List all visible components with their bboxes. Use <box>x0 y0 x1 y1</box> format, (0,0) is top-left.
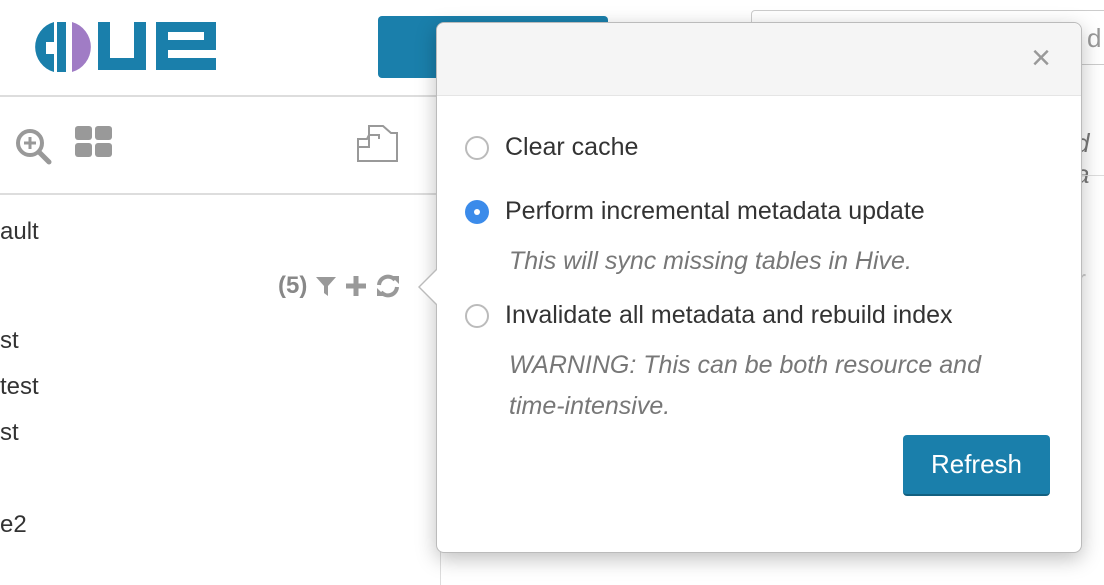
radio-clear-cache[interactable] <box>465 135 489 160</box>
plus-icon[interactable] <box>345 275 367 297</box>
table-item[interactable]: e2 <box>0 511 27 539</box>
refresh-metadata-popover: × Clear cache Perform incremental metada… <box>418 22 1082 553</box>
option-label: Invalidate all metadata and rebuild inde… <box>505 301 953 329</box>
option-incremental-update[interactable]: Perform incremental metadata update <box>465 197 925 226</box>
table-item[interactable]: st <box>0 327 19 355</box>
folder-open-icon[interactable] <box>355 123 401 163</box>
filter-icon[interactable] <box>315 275 337 297</box>
divider <box>1080 175 1104 176</box>
radio-invalidate-all[interactable] <box>465 303 489 328</box>
database-count: (5) <box>278 272 308 299</box>
popover-header: × <box>437 23 1081 96</box>
option-clear-cache[interactable]: Clear cache <box>465 133 638 162</box>
grid-icon[interactable] <box>75 126 113 158</box>
search-placeholder: d c <box>1087 23 1104 53</box>
search-plus-icon[interactable] <box>13 126 53 166</box>
warning-line: WARNING: This can be both resource and <box>509 351 981 379</box>
warning-line: time-intensive. <box>509 392 671 420</box>
hue-logo[interactable] <box>26 18 226 74</box>
database-item[interactable]: ault <box>0 218 39 246</box>
option-description: This will sync missing tables in Hive. <box>509 247 912 275</box>
refresh-button[interactable]: Refresh <box>903 435 1050 496</box>
popover-arrow-inner <box>420 269 438 305</box>
close-icon[interactable]: × <box>1031 39 1051 78</box>
option-label: Clear cache <box>505 133 639 161</box>
refresh-icon[interactable] <box>375 274 401 298</box>
toolbar-divider <box>0 193 440 195</box>
table-item[interactable]: test <box>0 373 39 401</box>
table-item[interactable]: st <box>0 419 19 447</box>
option-invalidate-all[interactable]: Invalidate all metadata and rebuild inde… <box>465 301 953 330</box>
radio-incremental-update[interactable] <box>465 199 489 224</box>
database-actions: (5) <box>278 272 401 300</box>
option-warning: WARNING: This can be both resource and t… <box>509 345 981 427</box>
option-label: Perform incremental metadata update <box>505 197 925 225</box>
header-divider <box>0 95 440 97</box>
